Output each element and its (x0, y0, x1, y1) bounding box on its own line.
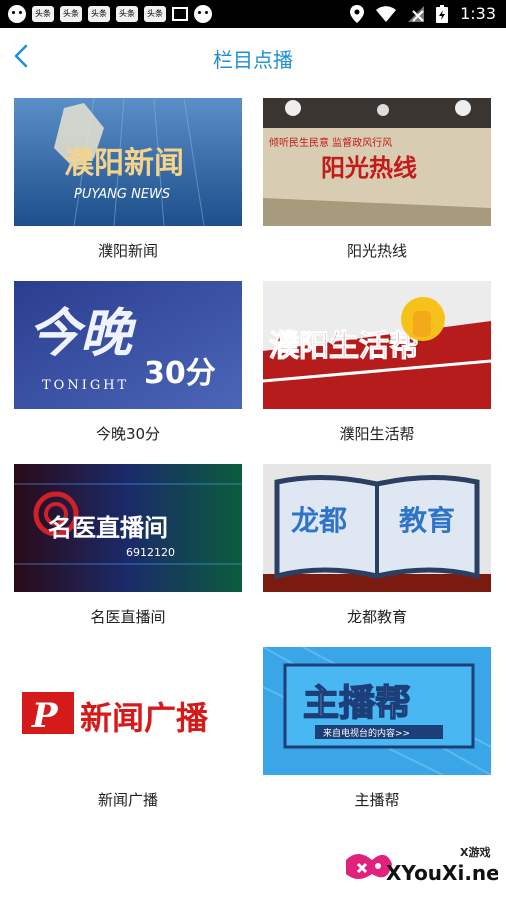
program-card-tonight-30[interactable]: 今晚 TONIGHT 30分 今晚30分 (14, 281, 242, 444)
status-bar: 头条 头条 头条 头条 头条 1:33 (0, 0, 506, 28)
location-icon (350, 4, 365, 23)
wifi-icon (376, 5, 397, 22)
program-label: 阳光热线 (346, 242, 407, 260)
news-radio-logo-image: P 新闻广播 (14, 647, 242, 775)
clock: 1:33 (460, 4, 496, 23)
program-label: 主播帮 (354, 791, 400, 809)
image-notification-icon (172, 7, 188, 21)
app-face-icon (8, 5, 26, 23)
toutiao-notification-icon: 头条 (60, 6, 82, 22)
program-thumbnail: 濮阳生活帮 (263, 281, 491, 409)
svg-text:濮阳新闻: 濮阳新闻 (64, 146, 184, 181)
site-watermark: X游戏 XYouXi.net (338, 840, 506, 890)
svg-text:阳光热线: 阳光热线 (321, 154, 417, 182)
toutiao-notification-icon: 头条 (116, 6, 138, 22)
svg-text:30分: 30分 (144, 356, 216, 391)
toutiao-notification-icon: 头条 (32, 6, 54, 22)
svg-text:名医直播间: 名医直播间 (48, 514, 168, 542)
program-card-puyang-life-help[interactable]: 濮阳生活帮 濮阳生活帮 (263, 281, 491, 444)
toutiao-notification-icon: 头条 (144, 6, 166, 22)
svg-text:6912120: 6912120 (126, 546, 175, 559)
svg-text:濮阳生活帮: 濮阳生活帮 (269, 329, 419, 364)
svg-text:教育: 教育 (399, 504, 455, 537)
program-thumbnail: P 新闻广播 (14, 647, 242, 775)
program-thumbnail: 濮阳新闻 PUYANG NEWS (14, 98, 242, 226)
svg-text:今晚: 今晚 (28, 303, 137, 364)
sunshine-hotline-studio-image: 倾听民生民意 监督政风行风 阳光热线 (263, 98, 491, 226)
program-label: 名医直播间 (90, 608, 166, 626)
tonight-30-logo-image: 今晚 TONIGHT 30分 (14, 281, 242, 409)
signal-off-icon (408, 5, 425, 22)
program-card-longdu-education[interactable]: 龙都 教育 龙都教育 (263, 464, 491, 627)
battery-charging-icon (436, 4, 449, 23)
program-label: 今晚30分 (95, 425, 161, 443)
program-card-puyang-news[interactable]: 濮阳新闻 PUYANG NEWS 濮阳新闻 (14, 98, 242, 261)
svg-text:PUYANG NEWS: PUYANG NEWS (74, 187, 170, 202)
program-label: 龙都教育 (346, 608, 407, 626)
program-thumbnail: 龙都 教育 (263, 464, 491, 592)
longdu-education-book-image: 龙都 教育 (263, 464, 491, 592)
program-thumbnail: 倾听民生民意 监督政风行风 阳光热线 (263, 98, 491, 226)
program-label: 新闻广播 (97, 791, 158, 809)
famous-doctor-live-logo-image: 名医直播间 6912120 (14, 464, 242, 592)
svg-text:P: P (31, 696, 59, 736)
program-thumbnail: 今晚 TONIGHT 30分 (14, 281, 242, 409)
app-face-icon (194, 5, 212, 23)
svg-text:倾听民生民意 监督政风行风: 倾听民生民意 监督政风行风 (269, 136, 392, 149)
program-thumbnail: 主播帮 来自电视台的内容>> (263, 647, 491, 775)
svg-text:XYouXi.net: XYouXi.net (386, 861, 498, 885)
program-card-famous-doctor-live[interactable]: 名医直播间 6912120 名医直播间 (14, 464, 242, 627)
title-bar: 栏目点播 (0, 28, 506, 84)
program-label: 濮阳生活帮 (339, 425, 415, 443)
svg-text:龙都: 龙都 (291, 504, 347, 537)
program-card-news-radio[interactable]: P 新闻广播 新闻广播 (14, 647, 242, 810)
program-label: 濮阳新闻 (97, 242, 158, 260)
svg-text:TONIGHT: TONIGHT (42, 378, 129, 393)
anchor-help-logo-image: 主播帮 来自电视台的内容>> (263, 647, 491, 775)
page-title: 栏目点播 (213, 48, 293, 72)
program-thumbnail: 名医直播间 6912120 (14, 464, 242, 592)
svg-text:X游戏: X游戏 (460, 845, 490, 859)
puyang-life-help-logo-image: 濮阳生活帮 (263, 281, 491, 409)
svg-text:主播帮: 主播帮 (303, 683, 411, 724)
program-card-sunshine-hotline[interactable]: 倾听民生民意 监督政风行风 阳光热线 阳光热线 (263, 98, 491, 261)
svg-text:新闻广播: 新闻广播 (80, 699, 209, 737)
svg-text:来自电视台的内容>>: 来自电视台的内容>> (323, 727, 410, 739)
xyouxi-watermark-logo: X游戏 XYouXi.net (346, 845, 506, 885)
puyang-news-logo-image: 濮阳新闻 PUYANG NEWS (14, 98, 242, 226)
program-card-anchor-help[interactable]: 主播帮 来自电视台的内容>> 主播帮 (263, 647, 491, 810)
toutiao-notification-icon: 头条 (88, 6, 110, 22)
